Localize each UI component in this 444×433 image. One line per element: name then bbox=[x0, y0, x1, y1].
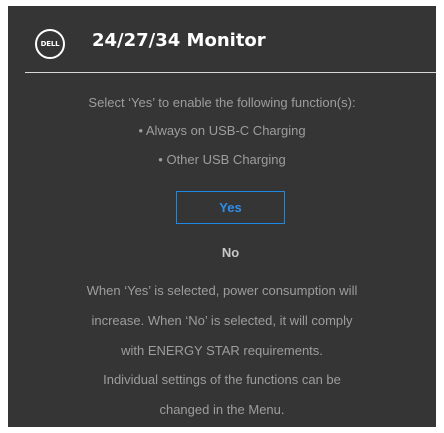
header-divider bbox=[25, 72, 436, 73]
function-item-usb-c: • Always on USB-C Charging bbox=[138, 123, 306, 138]
dialog-title: 24/27/34 Monitor bbox=[92, 30, 266, 51]
yes-button[interactable]: Yes bbox=[176, 191, 285, 224]
note-line: increase. When ‘No’ is selected, it will… bbox=[91, 313, 353, 328]
dell-logo-icon: DELL bbox=[35, 29, 65, 59]
monitor-osd-dialog: DELL 24/27/34 Monitor Select ‘Yes’ to en… bbox=[8, 6, 436, 427]
dialog-header: DELL 24/27/34 Monitor bbox=[8, 6, 436, 72]
note-line: with ENERGY STAR requirements. bbox=[121, 343, 323, 358]
no-button[interactable]: No bbox=[176, 239, 285, 265]
function-item-other-usb: • Other USB Charging bbox=[158, 152, 286, 167]
note-line: When ‘Yes’ is selected, power consumptio… bbox=[86, 283, 358, 298]
note-line: changed in the Menu. bbox=[159, 402, 285, 417]
prompt-intro: Select ‘Yes’ to enable the following fun… bbox=[88, 95, 356, 110]
note-line: Individual settings of the functions can… bbox=[103, 372, 341, 387]
